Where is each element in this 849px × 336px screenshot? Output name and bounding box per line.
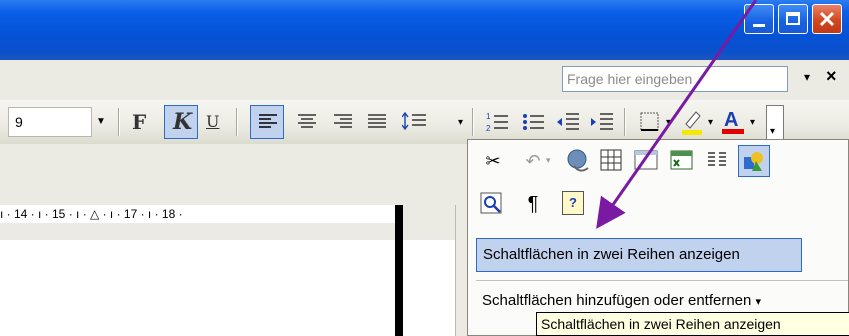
annotation-arrow: [596, 0, 758, 229]
